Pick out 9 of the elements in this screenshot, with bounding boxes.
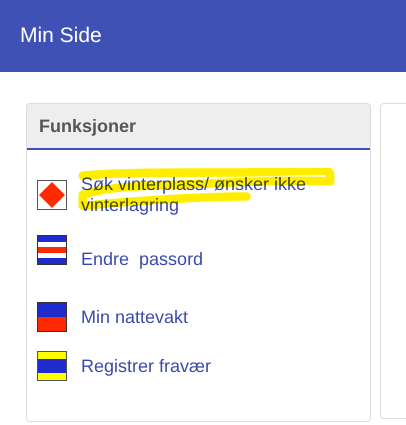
menu-link[interactable]: Registrer fravær (81, 356, 212, 377)
menu-link[interactable]: Endre passord (81, 248, 204, 270)
panel-title: Funksjoner (27, 104, 370, 150)
diamond-flag-icon (37, 180, 67, 210)
page-title: Min Side (20, 23, 102, 50)
striped-flag-icon (37, 351, 67, 382)
striped-flag-icon (37, 235, 67, 266)
menu-link[interactable]: Min nattevakt (81, 307, 188, 328)
two-color-flag-icon (37, 302, 67, 332)
